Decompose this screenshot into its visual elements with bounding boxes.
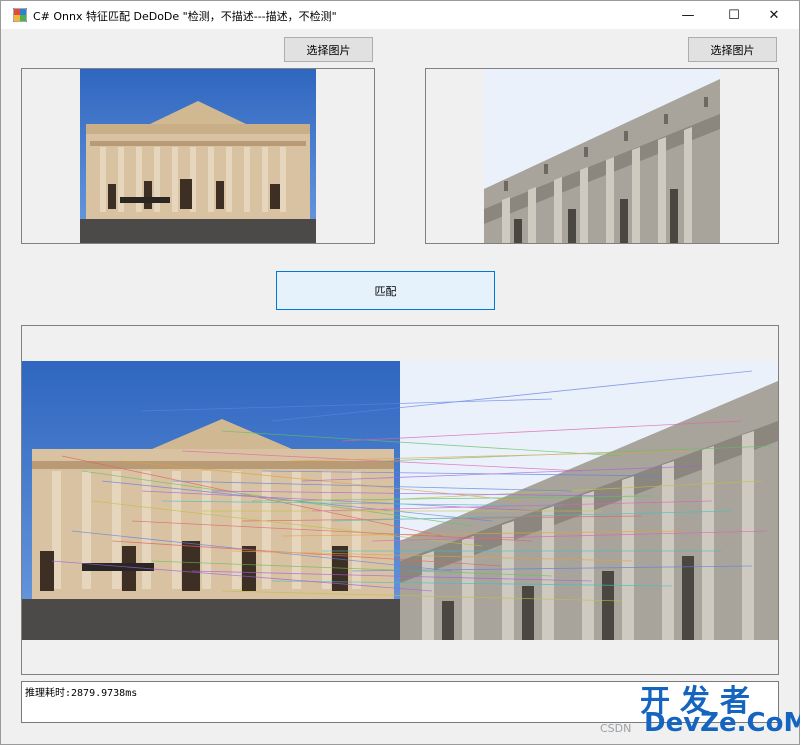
match-result-drawing [22,361,778,640]
left-image-drawing [80,69,316,243]
app-icon [13,8,27,22]
close-icon: ✕ [768,7,780,23]
match-button[interactable]: 匹配 [276,271,495,310]
watermark-csdn: CSDN [600,722,632,735]
select-image-left-button[interactable]: 选择图片 [284,37,373,62]
minimize-button[interactable]: — [665,1,711,29]
right-image-drawing [484,69,720,243]
watermark-en: DevZe.CoM [644,708,800,738]
close-button[interactable]: ✕ [751,1,797,29]
window-title: C# Onnx 特征匹配 DeDoDe "检测，不描述---描述，不检测" [33,10,337,23]
minimize-icon: — [681,7,695,23]
app-window: C# Onnx 特征匹配 DeDoDe "检测，不描述---描述，不检测" — … [0,0,800,745]
inference-time-text: 推理耗时:2879.9738ms [25,688,138,699]
left-image [80,69,316,243]
match-result-image [22,361,778,640]
right-image [484,69,720,243]
title-bar[interactable]: C# Onnx 特征匹配 DeDoDe "检测，不描述---描述，不检测" — … [1,1,799,29]
left-image-box[interactable] [21,68,375,244]
right-image-box[interactable] [425,68,779,244]
maximize-icon: ☐ [728,7,740,23]
result-image-box[interactable] [21,325,779,675]
select-image-right-button[interactable]: 选择图片 [688,37,777,62]
